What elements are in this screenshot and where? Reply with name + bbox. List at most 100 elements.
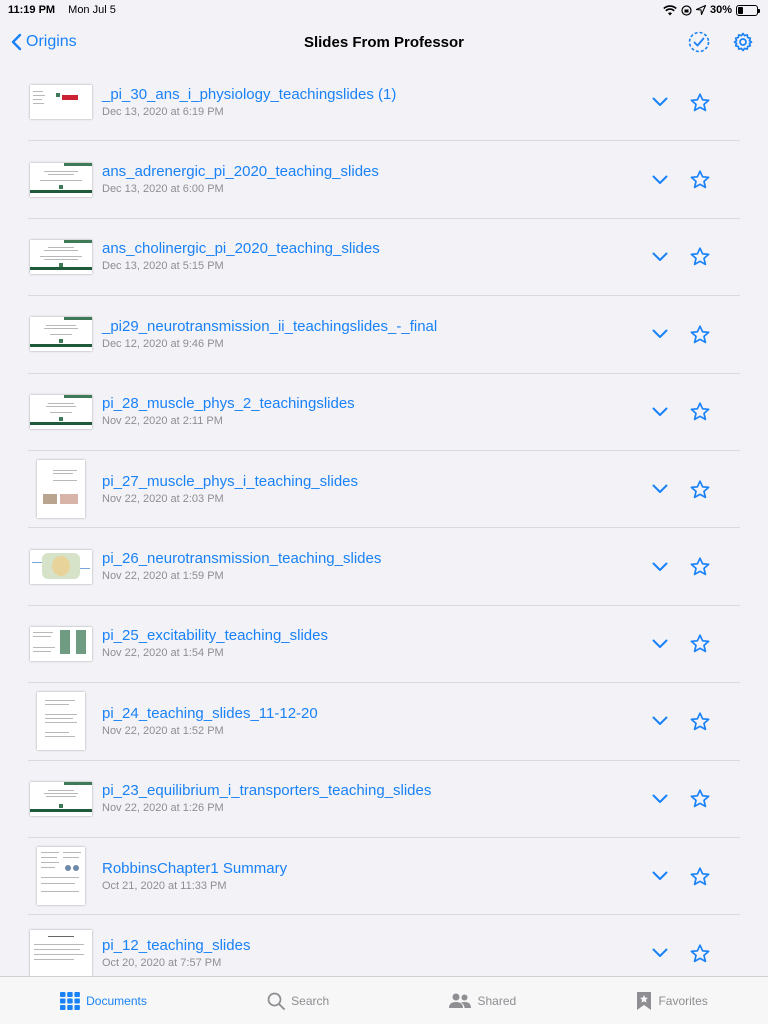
- star-icon[interactable]: [690, 325, 710, 344]
- file-name: RobbinsChapter1 Summary: [102, 859, 288, 877]
- people-icon: [449, 993, 472, 1008]
- list-item[interactable]: _pi_30_ans_i_physiology_teachingslides (…: [28, 64, 740, 142]
- chevron-down-icon[interactable]: [652, 639, 668, 649]
- file-name: _pi29_neurotransmission_ii_teachingslide…: [102, 317, 438, 335]
- tab-search[interactable]: Search: [267, 992, 329, 1010]
- status-bar: 11:19 PM Mon Jul 5 30%: [0, 0, 768, 20]
- chevron-down-icon[interactable]: [652, 948, 668, 958]
- star-icon[interactable]: [690, 479, 710, 499]
- star-icon[interactable]: [690, 789, 710, 808]
- file-date: Oct 20, 2020 at 7:57 PM: [102, 956, 222, 969]
- chevron-down-icon[interactable]: [652, 716, 668, 726]
- document-thumbnail: [30, 239, 92, 274]
- star-icon[interactable]: [690, 634, 710, 653]
- file-date: Oct 21, 2020 at 11:33 PM: [102, 879, 227, 892]
- list-item[interactable]: pi_25_excitability_teaching_slides Nov 2…: [28, 606, 740, 684]
- back-button[interactable]: Origins: [10, 33, 77, 51]
- document-thumbnail: [30, 930, 92, 976]
- select-icon[interactable]: [688, 31, 710, 53]
- document-thumbnail: [37, 692, 85, 751]
- bookmark-star-icon: [637, 991, 652, 1010]
- list-item[interactable]: pi_27_muscle_phys_i_teaching_slides Nov …: [28, 451, 740, 529]
- document-thumbnail: [30, 317, 92, 352]
- file-date: Dec 13, 2020 at 6:19 PM: [102, 105, 224, 118]
- file-date: Dec 13, 2020 at 5:15 PM: [102, 260, 224, 273]
- list-item[interactable]: pi_28_muscle_phys_2_teachingslides Nov 2…: [28, 374, 740, 451]
- page-title: Slides From Professor: [303, 33, 465, 51]
- list-item[interactable]: _pi29_neurotransmission_ii_teachingslide…: [28, 296, 740, 374]
- file-name: pi_26_neurotransmission_teaching_slides: [102, 550, 382, 568]
- navigation-bar: Origins Slides From Professor: [0, 20, 768, 64]
- file-date: Nov 22, 2020 at 1:52 PM: [102, 724, 224, 737]
- orientation-lock-icon: [681, 4, 692, 16]
- file-date: Nov 22, 2020 at 1:54 PM: [102, 647, 224, 660]
- document-thumbnail: [37, 847, 85, 906]
- tab-shared[interactable]: Shared: [449, 993, 516, 1009]
- list-item[interactable]: pi_23_equilibrium_i_transporters_teachin…: [28, 761, 740, 838]
- star-icon[interactable]: [690, 866, 710, 886]
- grid-icon: [60, 991, 81, 1010]
- chevron-down-icon[interactable]: [652, 329, 668, 339]
- tab-favorites[interactable]: Favorites: [636, 991, 708, 1011]
- chevron-down-icon[interactable]: [652, 562, 668, 572]
- star-icon[interactable]: [690, 170, 710, 189]
- chevron-down-icon[interactable]: [652, 407, 668, 417]
- star-icon[interactable]: [690, 712, 710, 731]
- location-icon: [695, 5, 706, 15]
- list-item[interactable]: pi_24_teaching_slides_11-12-20 Nov 22, 2…: [28, 683, 740, 761]
- chevron-down-icon[interactable]: [652, 97, 668, 107]
- battery-percent: 30%: [709, 4, 732, 16]
- star-icon[interactable]: [690, 93, 710, 112]
- file-name: pi_24_teaching_slides_11-12-20: [102, 704, 318, 722]
- file-name: pi_25_excitability_teaching_slides: [102, 627, 328, 645]
- list-item[interactable]: ans_adrenergic_pi_2020_teaching_slides D…: [28, 141, 740, 219]
- document-list: _pi_30_ans_i_physiology_teachingslides (…: [28, 64, 740, 976]
- star-icon[interactable]: [690, 944, 710, 963]
- chevron-down-icon[interactable]: [652, 871, 668, 881]
- star-icon[interactable]: [690, 557, 710, 576]
- file-name: pi_12_teaching_slides: [102, 936, 251, 954]
- file-date: Nov 22, 2020 at 2:11 PM: [102, 415, 223, 428]
- chevron-down-icon[interactable]: [652, 252, 668, 262]
- tab-documents[interactable]: Documents: [60, 991, 147, 1010]
- search-icon: [267, 992, 286, 1010]
- status-time: 11:19 PM: [8, 4, 56, 16]
- file-name: _pi_30_ans_i_physiology_teachingslides (…: [102, 85, 397, 103]
- wifi-icon: [663, 4, 677, 15]
- file-name: pi_28_muscle_phys_2_teachingslides: [102, 395, 355, 413]
- battery-icon: [736, 4, 760, 16]
- file-name: pi_27_muscle_phys_i_teaching_slides: [102, 472, 359, 490]
- star-icon[interactable]: [690, 402, 710, 421]
- document-thumbnail: [30, 549, 92, 584]
- document-thumbnail: [30, 781, 92, 816]
- file-date: Nov 22, 2020 at 1:59 PM: [102, 570, 224, 583]
- chevron-down-icon[interactable]: [652, 484, 668, 494]
- chevron-down-icon[interactable]: [652, 794, 668, 804]
- file-date: Dec 12, 2020 at 9:46 PM: [102, 337, 224, 350]
- tab-label: Search: [291, 993, 330, 1008]
- back-label: Origins: [26, 33, 77, 50]
- tab-label: Shared: [477, 993, 517, 1008]
- file-name: pi_23_equilibrium_i_transporters_teachin…: [102, 782, 432, 800]
- file-date: Nov 22, 2020 at 1:26 PM: [102, 802, 224, 815]
- tab-label: Documents: [86, 993, 147, 1008]
- document-thumbnail: [30, 394, 92, 429]
- star-icon[interactable]: [690, 247, 710, 266]
- tab-bar: Documents Search Shared Favorites: [0, 976, 768, 1024]
- chevron-left-icon: [11, 33, 22, 51]
- list-item[interactable]: ans_cholinergic_pi_2020_teaching_slides …: [28, 219, 740, 297]
- tab-label: Favorites: [658, 993, 708, 1008]
- gear-icon[interactable]: [732, 31, 754, 53]
- file-date: Dec 13, 2020 at 6:00 PM: [102, 183, 224, 196]
- list-item[interactable]: pi_12_teaching_slides Oct 20, 2020 at 7:…: [28, 915, 740, 976]
- document-thumbnail: [30, 626, 92, 661]
- list-item[interactable]: RobbinsChapter1 Summary Oct 21, 2020 at …: [28, 838, 740, 916]
- document-thumbnail: [30, 162, 92, 197]
- chevron-down-icon[interactable]: [652, 175, 668, 185]
- document-thumbnail: [30, 85, 92, 120]
- file-name: ans_adrenergic_pi_2020_teaching_slides: [102, 163, 379, 181]
- file-date: Nov 22, 2020 at 2:03 PM: [102, 492, 224, 505]
- document-thumbnail: [37, 460, 85, 519]
- list-item[interactable]: pi_26_neurotransmission_teaching_slides …: [28, 528, 740, 606]
- status-date: Mon Jul 5: [68, 4, 116, 16]
